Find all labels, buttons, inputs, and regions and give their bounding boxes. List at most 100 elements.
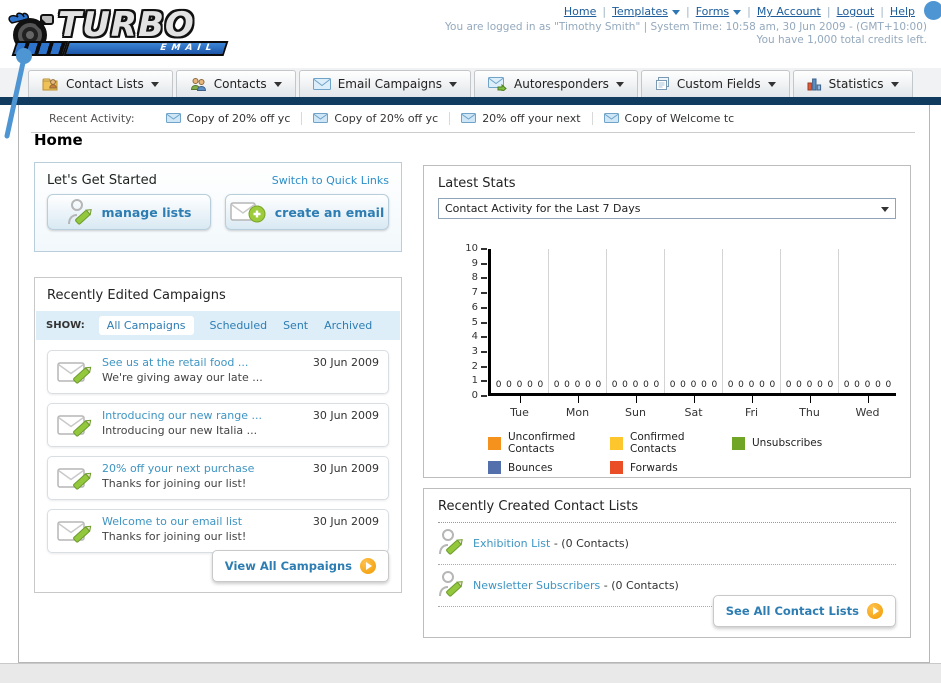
chevron-down-icon bbox=[890, 81, 899, 87]
data-value-label: 0 bbox=[553, 380, 560, 390]
contact-list-row[interactable]: Exhibition List - (0 Contacts) bbox=[438, 523, 896, 565]
login-info: You are logged in as "Timothy Smith" | S… bbox=[445, 21, 927, 33]
legend-label: Unconfirmed Contacts bbox=[508, 431, 576, 455]
recent-activity-item[interactable]: Copy of 20% off yc bbox=[302, 111, 451, 125]
data-value-label: 0 bbox=[817, 380, 823, 390]
top-nav-link-help[interactable]: Help bbox=[890, 5, 915, 18]
person-pencil-icon bbox=[438, 528, 464, 559]
legend-swatch bbox=[610, 461, 623, 474]
filter-scheduled[interactable]: Scheduled bbox=[210, 319, 268, 332]
chart-day-group-tue: 0 0 0 0 0 Tue bbox=[491, 249, 549, 419]
top-nav-link-my-account[interactable]: My Account bbox=[757, 5, 821, 18]
x-tick-mark bbox=[577, 396, 579, 403]
tab-label: Custom Fields bbox=[676, 77, 761, 91]
y-tick-label: 5 bbox=[471, 316, 478, 328]
campaign-row[interactable]: Introducing our new range ... Introducing… bbox=[47, 403, 389, 447]
y-tick-label: 1 bbox=[471, 375, 478, 387]
contact-list-link[interactable]: Newsletter Subscribers bbox=[473, 579, 600, 592]
recent-activity-item[interactable]: Copy of Welcome tc bbox=[593, 112, 746, 125]
data-value-label: 0 bbox=[885, 380, 892, 390]
chevron-down-icon bbox=[273, 81, 282, 87]
manage-lists-button[interactable]: manage lists bbox=[47, 194, 211, 230]
campaign-filters: All Campaigns Scheduled Sent Archived bbox=[98, 316, 372, 335]
envelope-icon bbox=[461, 113, 477, 123]
campaign-row[interactable]: Welcome to our email list Thanks for join… bbox=[47, 509, 389, 553]
legend-label: Unsubscribes bbox=[752, 437, 823, 449]
x-tick-label: Sat bbox=[684, 406, 703, 419]
chevron-down-icon bbox=[672, 9, 680, 15]
envelope-pencil-icon bbox=[57, 411, 93, 443]
autoresponders-envelope-arrow-icon bbox=[488, 77, 507, 91]
data-value-label: 0 bbox=[595, 380, 602, 390]
divider bbox=[31, 132, 915, 133]
data-value-label: 0 bbox=[875, 380, 881, 390]
x-tick-label: Mon bbox=[565, 406, 590, 419]
tab-contact-lists[interactable]: Contact Lists bbox=[28, 70, 173, 97]
tab-label: Contacts bbox=[213, 77, 267, 91]
data-value-label: 0 bbox=[785, 380, 792, 390]
campaigns-filter-bar: SHOW: All Campaigns Scheduled Sent Archived bbox=[36, 311, 400, 340]
data-values: 00000 bbox=[549, 380, 606, 390]
create-an-email-button[interactable]: create an email bbox=[225, 194, 389, 230]
y-tick-label: 0 bbox=[471, 390, 478, 401]
x-tick-label: Thu bbox=[799, 406, 820, 419]
data-value-label: 0 bbox=[680, 380, 686, 390]
x-tick-mark bbox=[867, 396, 869, 403]
tab-custom-fields[interactable]: Custom Fields bbox=[640, 70, 790, 97]
campaign-title-link[interactable]: Introducing our new range ... bbox=[102, 409, 305, 422]
top-nav-link-templates[interactable]: Templates bbox=[612, 5, 680, 18]
chart-day-group-mon: 0 0 0 0 0 Mon bbox=[549, 249, 607, 419]
chart-day-group-sat: 0 0 0 0 0 Sat bbox=[665, 249, 723, 419]
y-tick-label: 4 bbox=[471, 331, 478, 343]
data-values: 00000 bbox=[723, 380, 780, 390]
filter-archived[interactable]: Archived bbox=[324, 319, 372, 332]
filter-sent[interactable]: Sent bbox=[283, 319, 308, 332]
tab-email-campaigns[interactable]: Email Campaigns bbox=[298, 70, 471, 97]
data-value-label: 0 bbox=[611, 380, 618, 390]
stats-activity-dropdown[interactable]: Contact Activity for the Last 7 Days bbox=[438, 198, 896, 219]
campaign-row[interactable]: 20% off your next purchase Thanks for joi… bbox=[47, 456, 389, 500]
filter-all-campaigns[interactable]: All Campaigns bbox=[98, 316, 194, 335]
chevron-down-icon bbox=[449, 81, 457, 87]
top-nav-link-logout[interactable]: Logout bbox=[837, 5, 875, 18]
see-all-contact-lists-button[interactable]: See All Contact Lists bbox=[712, 595, 896, 627]
data-value-label: 0 bbox=[769, 380, 776, 390]
data-value-label: 0 bbox=[701, 380, 707, 390]
campaign-date: 30 Jun 2009 bbox=[312, 409, 379, 422]
view-all-campaigns-button[interactable]: View All Campaigns bbox=[211, 550, 389, 582]
contact-lists-title: Recently Created Contact Lists bbox=[438, 499, 639, 514]
chart-plot-area: 0 0 0 0 0 Tue 0 0 0 0 0 Mon 0 0 0 0 0 Sun 0 0 0 0 0 Sat 0 0 0 0 0 Fri… bbox=[488, 249, 896, 419]
get-started-panel: Let's Get Started Switch to Quick Links … bbox=[34, 162, 402, 252]
logo-title: TURBO bbox=[58, 5, 195, 45]
data-value-label: 0 bbox=[796, 380, 802, 390]
recent-activity-item[interactable]: Copy of 20% off yc bbox=[155, 111, 303, 125]
campaign-title-link[interactable]: 20% off your next purchase bbox=[102, 462, 305, 475]
recent-activity-item[interactable]: 20% off your next bbox=[450, 111, 593, 125]
separator: | bbox=[826, 5, 831, 18]
campaign-row[interactable]: See us at the retail food ... We're givin… bbox=[47, 350, 389, 394]
top-nav: Home | Templates | Forms | My Account | Logout | H… bbox=[564, 5, 915, 18]
legend-item-unconfirmed-contacts: Unconfirmed Contacts bbox=[488, 431, 610, 455]
legend-label: Confirmed Contacts bbox=[630, 431, 685, 455]
custom-fields-pages-icon bbox=[655, 77, 670, 91]
data-value-label: 0 bbox=[748, 380, 755, 390]
tab-autoresponders[interactable]: Autoresponders bbox=[474, 70, 638, 97]
contact-list-link[interactable]: Exhibition List bbox=[473, 537, 550, 550]
navy-divider-bar bbox=[0, 97, 941, 105]
tab-statistics[interactable]: Statistics bbox=[792, 70, 913, 97]
envelope-pencil-icon bbox=[57, 464, 93, 496]
legend-label: Forwards bbox=[630, 461, 678, 474]
campaign-title-link[interactable]: See us at the retail food ... bbox=[102, 356, 305, 369]
legend-item-bounces: Bounces bbox=[488, 461, 610, 474]
header: TURBO EMAIL Home | Templates | Forms | My Acco… bbox=[0, 0, 941, 68]
campaign-title-link[interactable]: Welcome to our email list bbox=[102, 515, 305, 528]
data-value-label: 0 bbox=[537, 380, 544, 390]
top-nav-link-forms[interactable]: Forms bbox=[696, 5, 742, 18]
top-nav-link-home[interactable]: Home bbox=[564, 5, 596, 18]
x-tick-label: Sun bbox=[625, 406, 646, 419]
tab-contacts[interactable]: Contacts bbox=[175, 70, 296, 97]
data-value-label: 0 bbox=[711, 380, 718, 390]
y-tick-label: 6 bbox=[471, 301, 478, 313]
switch-quick-links-link[interactable]: Switch to Quick Links bbox=[272, 174, 389, 187]
data-value-label: 0 bbox=[564, 380, 570, 390]
